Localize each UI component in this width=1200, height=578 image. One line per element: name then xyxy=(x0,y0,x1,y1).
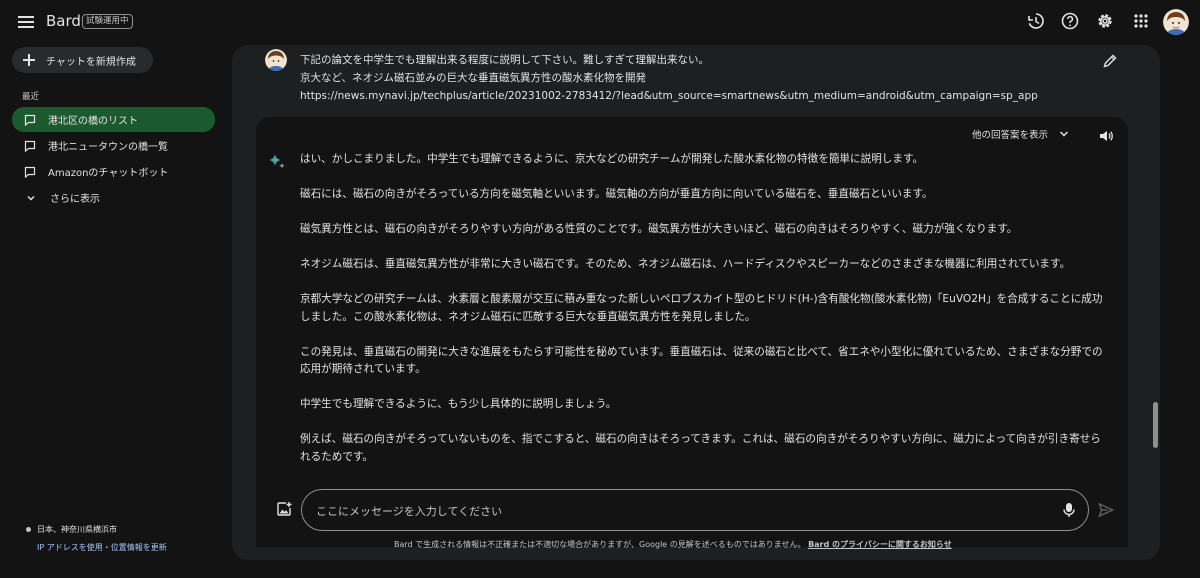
menu-icon[interactable] xyxy=(16,12,36,32)
add-image-icon[interactable] xyxy=(276,501,292,517)
location-dot-icon xyxy=(26,527,31,532)
location-info: 日本、神奈川県横浜市 xyxy=(26,524,117,535)
show-more-label: さらに表示 xyxy=(50,194,100,205)
sidebar-item-kohoku-bridges[interactable]: 港北区の橋のリスト xyxy=(12,107,215,132)
history-icon[interactable] xyxy=(1026,11,1046,31)
message-input[interactable] xyxy=(316,501,1016,521)
bard-response: 他の回答案を表示 はい、かしこまりました。中学生でも理解できるように、京大などの… xyxy=(256,117,1128,547)
response-paragraph: はい、かしこまりました。中学生でも理解できるように、京大などの研究チームが開発し… xyxy=(300,153,924,165)
disclaimer-footer: Bard で生成される情報は不正確または不適切な場合がありますが、Google … xyxy=(394,539,952,550)
recent-heading: 最近 xyxy=(22,92,40,102)
response-paragraph: 磁石には、磁石の向きがそろっている方向を磁気軸といいます。磁気軸の方向が垂直方向… xyxy=(300,188,933,200)
speaker-icon[interactable] xyxy=(1098,128,1114,144)
message-input-box xyxy=(301,489,1089,531)
privacy-link[interactable]: Bard のプライバシーに関するお知らせ xyxy=(808,540,952,549)
bard-sparkle-icon xyxy=(269,154,285,169)
prompt-line: 京大など、ネオジム磁石並みの巨大な垂直磁気異方性の酸水素化物を開発 xyxy=(300,72,646,84)
sidebar-item-label: 港北区の橋のリスト xyxy=(48,116,138,127)
chevron-down-icon xyxy=(1060,131,1069,137)
sidebar-item-label: 港北ニュータウンの橋一覧 xyxy=(48,142,168,153)
top-bar: Bard 試験運用中 xyxy=(0,0,1200,44)
experiment-badge: 試験運用中 xyxy=(82,14,133,29)
send-icon[interactable] xyxy=(1098,502,1114,518)
sidebar-item-newtown-bridges[interactable]: 港北ニュータウンの橋一覧 xyxy=(12,133,215,158)
edit-prompt-icon[interactable] xyxy=(1102,53,1118,69)
show-more-button[interactable]: さらに表示 xyxy=(26,190,100,205)
chat-bubble-icon xyxy=(24,114,36,126)
settings-icon[interactable] xyxy=(1095,11,1115,31)
response-paragraph: この発見は、垂直磁石の開発に大きな進展をもたらす可能性を秘めています。垂直磁石は… xyxy=(300,345,1103,376)
location-text: 日本、神奈川県横浜市 xyxy=(37,525,117,534)
prompt-url: https://news.mynavi.jp/techplus/article/… xyxy=(300,90,1038,102)
account-avatar[interactable] xyxy=(1163,9,1189,35)
disclaimer-text: Bard で生成される情報は不正確または不適切な場合がありますが、Google … xyxy=(394,540,806,549)
prompt-line: 下記の論文を中学生でも理解出来る程度に説明して下さい。難しすぎて理解出来ない。 xyxy=(300,54,709,66)
user-prompt: 下記の論文を中学生でも理解出来る程度に説明して下さい。難しすぎて理解出来ない。 … xyxy=(300,51,1080,105)
response-paragraph: 中学生でも理解できるように、もう少し具体的に説明しましょう。 xyxy=(300,398,617,410)
response-paragraph: 例えば、磁石の向きがそろっていないものを、指でこすると、磁石の向きはそろってきま… xyxy=(300,433,1101,463)
new-chat-label: チャットを新規作成 xyxy=(46,56,136,68)
show-drafts-button[interactable]: 他の回答案を表示 xyxy=(972,127,1070,141)
chevron-down-icon xyxy=(27,195,35,200)
response-paragraph: 磁気異方性とは、磁石の向きがそろりやすい方向がある性質のことです。磁気異方性が大… xyxy=(300,223,1018,235)
microphone-icon[interactable] xyxy=(1062,502,1076,518)
conversation-panel: 下記の論文を中学生でも理解出来る程度に説明して下さい。難しすぎて理解出来ない。 … xyxy=(232,45,1160,560)
update-location-link[interactable]: IP アドレスを使用・位置情報を更新 xyxy=(37,542,167,553)
new-chat-button[interactable]: チャットを新規作成 xyxy=(12,47,153,73)
scrollbar-thumb[interactable] xyxy=(1153,402,1158,448)
plus-icon xyxy=(23,54,35,66)
sidebar-item-amazon-chatbot[interactable]: Amazonのチャットボット xyxy=(12,159,215,184)
sidebar-item-label: Amazonのチャットボット xyxy=(48,168,169,179)
response-text: はい、かしこまりました。中学生でも理解できるように、京大などの研究チームが開発し… xyxy=(300,151,1108,484)
apps-icon[interactable] xyxy=(1131,11,1151,31)
chat-bubble-icon xyxy=(24,140,36,152)
help-icon[interactable] xyxy=(1060,11,1080,31)
response-paragraph: 京都大学などの研究チームは、水素層と酸素層が交互に積み重なった新しいペロブスカイ… xyxy=(300,293,1103,323)
response-paragraph: ネオジム磁石は、垂直磁気異方性が非常に大きい磁石です。そのため、ネオジム磁石は、… xyxy=(300,258,1071,270)
show-drafts-label: 他の回答案を表示 xyxy=(972,130,1049,141)
brand-title[interactable]: Bard xyxy=(46,12,81,30)
user-avatar xyxy=(265,49,287,71)
chat-bubble-icon xyxy=(24,166,36,178)
